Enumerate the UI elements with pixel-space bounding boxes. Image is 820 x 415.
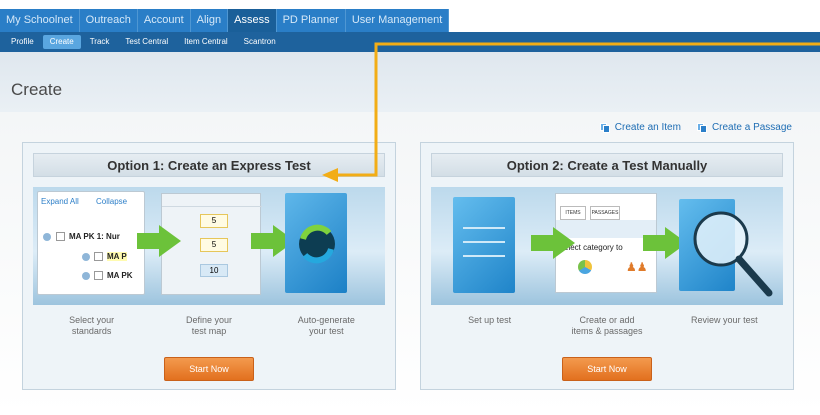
copy-icon <box>599 122 611 133</box>
option-express-test-card: Option 1: Create an Express Test Expand … <box>22 142 396 390</box>
people-icon: ♟♟ <box>626 260 648 274</box>
subnav-track[interactable]: Track <box>83 35 117 49</box>
option1-illustration: Expand All Collapse MA PK 1: Nur MA P MA… <box>33 187 385 305</box>
expand-toggle-icon <box>82 253 90 261</box>
option2-title: Option 2: Create a Test Manually <box>431 153 783 177</box>
refresh-icon <box>299 224 335 264</box>
step-set-up-test: Set up test <box>468 315 512 325</box>
document-icon <box>453 197 515 293</box>
step-review-test: Review your test <box>691 315 758 325</box>
tree-child-label: MA P <box>107 252 127 261</box>
arrow-right-icon <box>531 227 575 259</box>
option2-steps: Set up test Create or add items & passag… <box>431 307 783 347</box>
option-manual-test-card: Option 2: Create a Test Manually ITEMS P… <box>420 142 794 390</box>
step-auto-generate: Auto-generate your test <box>297 315 355 336</box>
map-total-box: 10 <box>200 264 228 277</box>
expand-toggle-icon <box>43 233 51 241</box>
tab-my-schoolnet[interactable]: My Schoolnet <box>0 9 80 32</box>
option1-title: Option 1: Create an Express Test <box>33 153 385 177</box>
subnav-scantron[interactable]: Scantron <box>237 35 283 49</box>
tab-user-management[interactable]: User Management <box>346 9 450 32</box>
subnav-item-central[interactable]: Item Central <box>177 35 235 49</box>
step-select-standards: Select your standards <box>69 315 115 336</box>
option1-steps: Select your standards Define your test m… <box>33 307 385 347</box>
arrow-right-icon <box>137 225 181 257</box>
tree-root-label: MA PK 1: Nur <box>69 232 120 241</box>
palette-icon <box>578 260 592 274</box>
checkbox-icon <box>94 252 103 261</box>
sub-navigation: Profile Create Track Test Central Item C… <box>0 32 820 52</box>
tab-outreach[interactable]: Outreach <box>80 9 138 32</box>
items-tab: ITEMS <box>560 206 586 220</box>
magnifier-icon <box>693 211 773 297</box>
top-navigation: My Schoolnet Outreach Account Align Asse… <box>0 0 820 32</box>
create-item-label: Create an Item <box>614 122 681 133</box>
subnav-test-central[interactable]: Test Central <box>118 35 175 49</box>
create-passage-label: Create a Passage <box>711 122 792 133</box>
create-item-link[interactable]: Create an Item <box>599 122 681 133</box>
main-tabs: My Schoolnet Outreach Account Align Asse… <box>0 9 450 32</box>
create-links: Create an Item Create a Passage <box>599 122 792 133</box>
create-passage-link[interactable]: Create a Passage <box>696 122 792 133</box>
collapse-link: Collapse <box>96 197 128 206</box>
checkbox-icon <box>94 271 103 280</box>
map-value-box: 5 <box>200 214 228 228</box>
tab-assess[interactable]: Assess <box>228 9 277 32</box>
expand-all-link: Expand All <box>41 197 79 206</box>
standards-tree-panel: Expand All Collapse MA PK 1: Nur MA P MA… <box>37 191 145 295</box>
tab-align[interactable]: Align <box>191 9 229 32</box>
page-title: Create <box>11 80 63 99</box>
option2-illustration: ITEMS PASSAGES elect category to ♟♟ <box>431 187 783 305</box>
passages-tab: PASSAGES <box>590 206 620 220</box>
checkbox-icon <box>56 232 65 241</box>
start-now-button-manual[interactable]: Start Now <box>562 357 652 381</box>
page-header: Create <box>0 52 820 112</box>
main-content: Create an Item Create a Passage Option 1… <box>0 112 820 415</box>
subnav-profile[interactable]: Profile <box>4 35 41 49</box>
step-create-add-items: Create or add items & passages <box>571 315 643 336</box>
tree-child-label: MA PK <box>107 271 133 280</box>
tab-pd-planner[interactable]: PD Planner <box>277 9 346 32</box>
tab-account[interactable]: Account <box>138 9 191 32</box>
copy-icon <box>696 122 708 133</box>
subnav-create[interactable]: Create <box>42 35 81 49</box>
step-define-test-map: Define your test map <box>185 315 232 336</box>
map-value-box: 5 <box>200 238 228 252</box>
start-now-button-express[interactable]: Start Now <box>164 357 254 381</box>
expand-toggle-icon <box>82 272 90 280</box>
